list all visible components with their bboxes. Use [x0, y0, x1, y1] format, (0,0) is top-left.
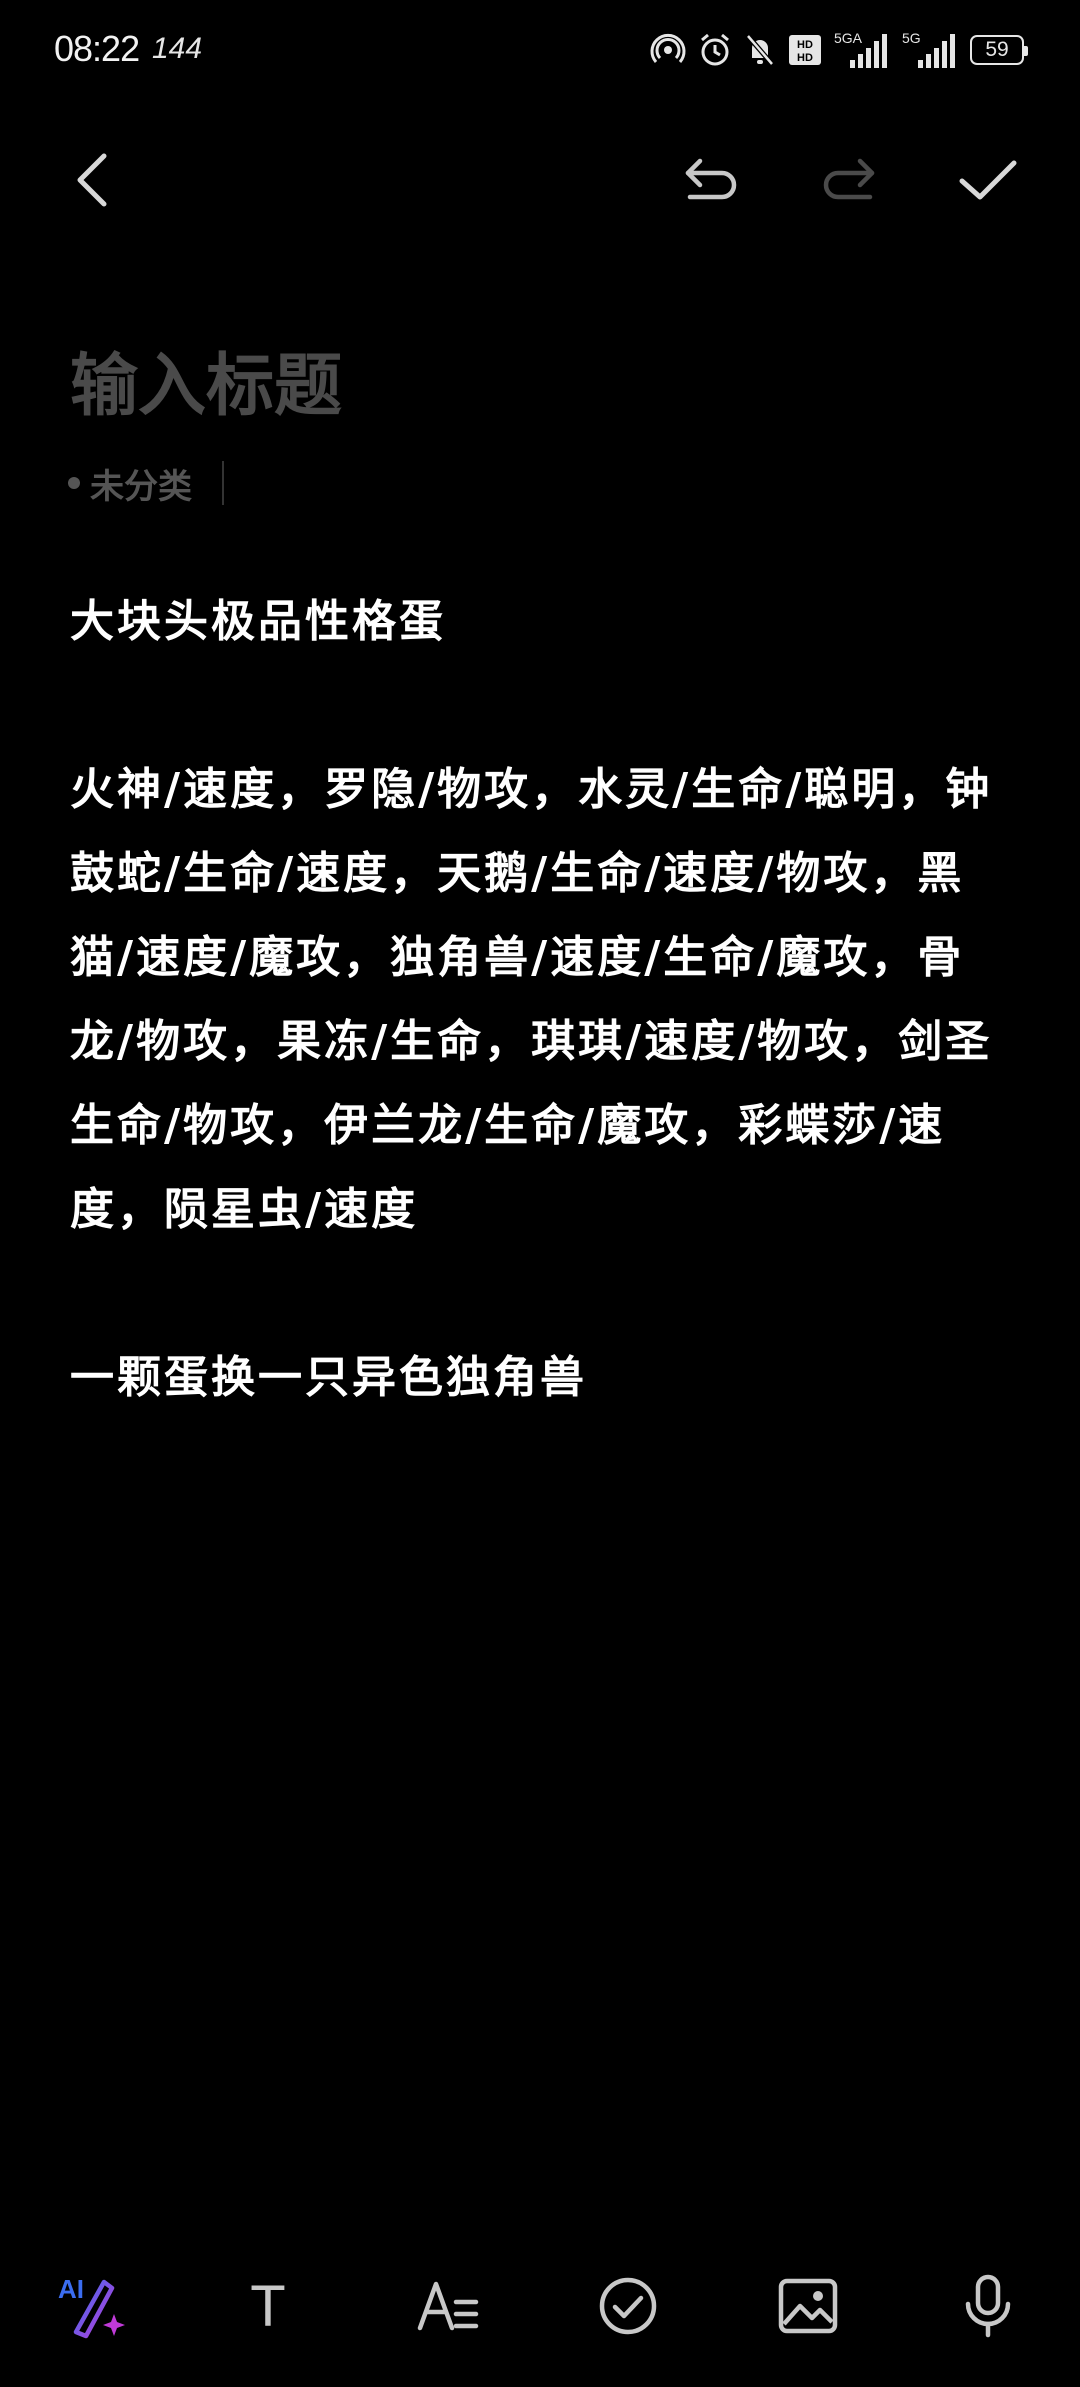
mute-bell-icon	[746, 34, 774, 66]
svg-text:HD: HD	[797, 39, 813, 51]
battery-indicator: 59	[970, 35, 1028, 65]
bottom-toolbar: AI T	[0, 2262, 1080, 2350]
note-editor-screen: 08:22 144 HD HD 5GA 5G 59 输入标题 未分类 大块头极品…	[0, 0, 1080, 2387]
cellular-signal-1: 5GA	[834, 30, 890, 70]
checklist-button[interactable]	[584, 2262, 672, 2350]
title-input[interactable]	[70, 336, 970, 436]
cellular-signal-2: 5G	[902, 30, 958, 70]
text-style-icon: T	[250, 2273, 286, 2339]
done-button[interactable]	[948, 140, 1028, 220]
battery-level: 59	[985, 38, 1009, 61]
note-paragraph: 大块头极品性格蛋	[70, 596, 446, 647]
redo-button[interactable]	[808, 140, 888, 220]
back-button[interactable]	[52, 140, 132, 220]
text-style-button[interactable]: T	[224, 2262, 312, 2350]
check-icon	[959, 160, 1017, 200]
signal-bars-icon	[918, 34, 955, 68]
note-body-editor[interactable]: 大块头极品性格蛋 火神/速度，罗隐/物攻，水灵/生命/聪明，钟鼓蛇/生命/速度，…	[70, 580, 1020, 1420]
category-selector[interactable]: 未分类	[68, 458, 224, 508]
status-icons: HD HD 5GA 5G 59	[650, 28, 1028, 72]
checklist-icon	[599, 2277, 657, 2335]
ai-write-button[interactable]: AI	[46, 2262, 134, 2350]
refresh-rate: 144	[152, 32, 203, 65]
image-icon	[778, 2278, 838, 2334]
format-list-icon	[417, 2281, 479, 2331]
microphone-icon	[965, 2274, 1011, 2338]
alarm-icon	[701, 33, 729, 66]
status-bar: 08:22 144 HD HD 5GA 5G 59	[0, 0, 1080, 100]
category-divider	[222, 461, 224, 505]
voice-input-button[interactable]	[944, 2262, 1032, 2350]
format-list-button[interactable]	[404, 2262, 492, 2350]
insert-image-button[interactable]	[764, 2262, 852, 2350]
undo-button[interactable]	[672, 140, 752, 220]
signal-bars-icon	[850, 34, 887, 68]
ai-label: AI	[58, 2274, 84, 2304]
undo-icon	[685, 158, 737, 200]
note-paragraph: 一颗蛋换一只异色独角兽	[70, 1352, 587, 1403]
note-paragraph: 火神/速度，罗隐/物攻，水灵/生命/聪明，钟鼓蛇/生命/速度，天鹅/生命/速度/…	[70, 764, 993, 1235]
status-time: 08:22	[54, 28, 140, 69]
category-dot-icon	[68, 477, 80, 489]
svg-text:HD: HD	[797, 52, 813, 64]
redo-icon	[823, 158, 875, 200]
category-label: 未分类	[90, 466, 192, 507]
hd-icon: HD HD	[789, 35, 821, 65]
hotspot-icon	[650, 33, 686, 63]
chevron-left-icon	[77, 153, 107, 207]
